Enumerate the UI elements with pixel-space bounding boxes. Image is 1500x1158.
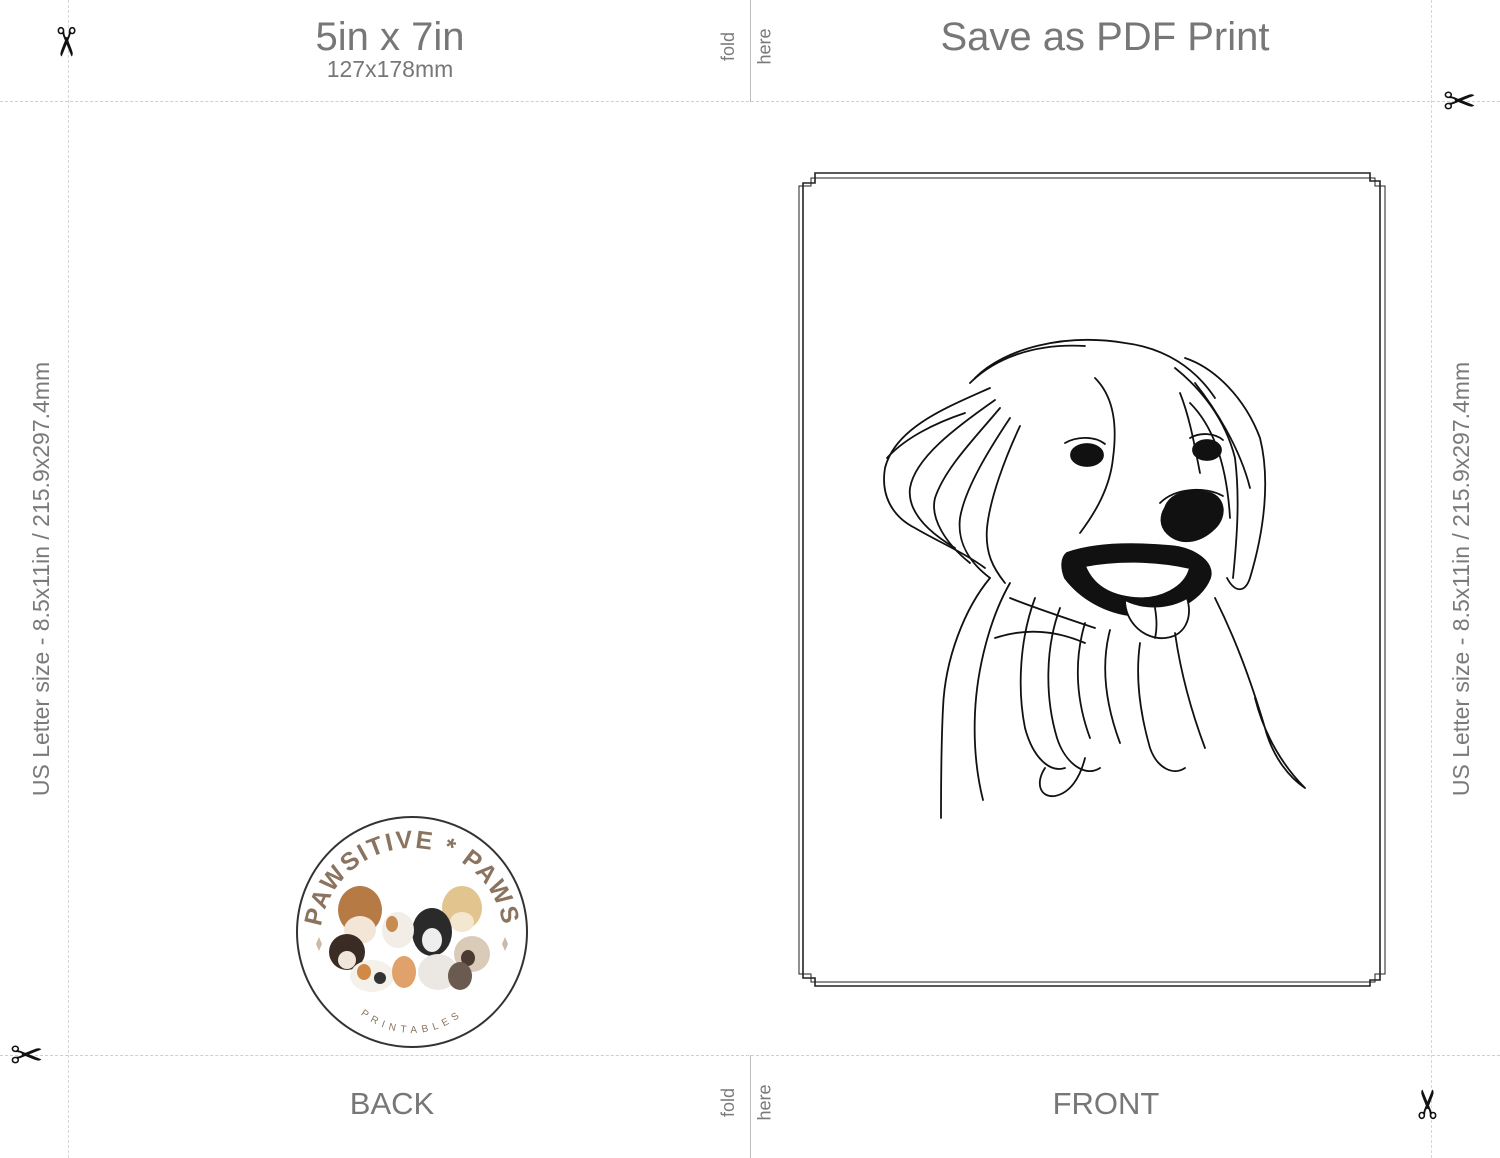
- dog-line-art: [883, 339, 1306, 819]
- side-label-left: US Letter size - 8.5x11in / 215.9x297.4m…: [28, 361, 54, 797]
- card-size-metric: 127x178mm: [326, 56, 454, 82]
- scissors-icon: ✂: [1405, 1087, 1452, 1121]
- save-as-pdf-title: Save as PDF Print: [940, 15, 1270, 59]
- fold-line-top: [750, 0, 751, 102]
- here-label-top: here: [754, 28, 775, 65]
- pawsitive-paws-logo: PAWSITIVE * PAWS PRINTABLES: [296, 816, 528, 1048]
- back-panel-label: BACK: [349, 1086, 435, 1121]
- fold-line-bottom: [750, 1055, 751, 1158]
- fold-label-bottom: fold: [718, 1087, 739, 1118]
- front-card-artwork: [798, 172, 1386, 987]
- side-label-right: US Letter size - 8.5x11in / 215.9x297.4m…: [1448, 361, 1474, 797]
- scissors-icon: ✂: [41, 25, 88, 59]
- front-panel-label: FRONT: [1052, 1086, 1160, 1121]
- right-cut-guide: [1431, 0, 1432, 1158]
- card-size-title: 5in x 7in: [315, 15, 465, 59]
- scissors-icon: ✂: [1443, 79, 1477, 125]
- left-cut-guide: [68, 0, 69, 1158]
- scissors-icon: ✂: [10, 1033, 44, 1079]
- fold-label-top: fold: [718, 31, 739, 62]
- here-label-bottom: here: [754, 1084, 775, 1121]
